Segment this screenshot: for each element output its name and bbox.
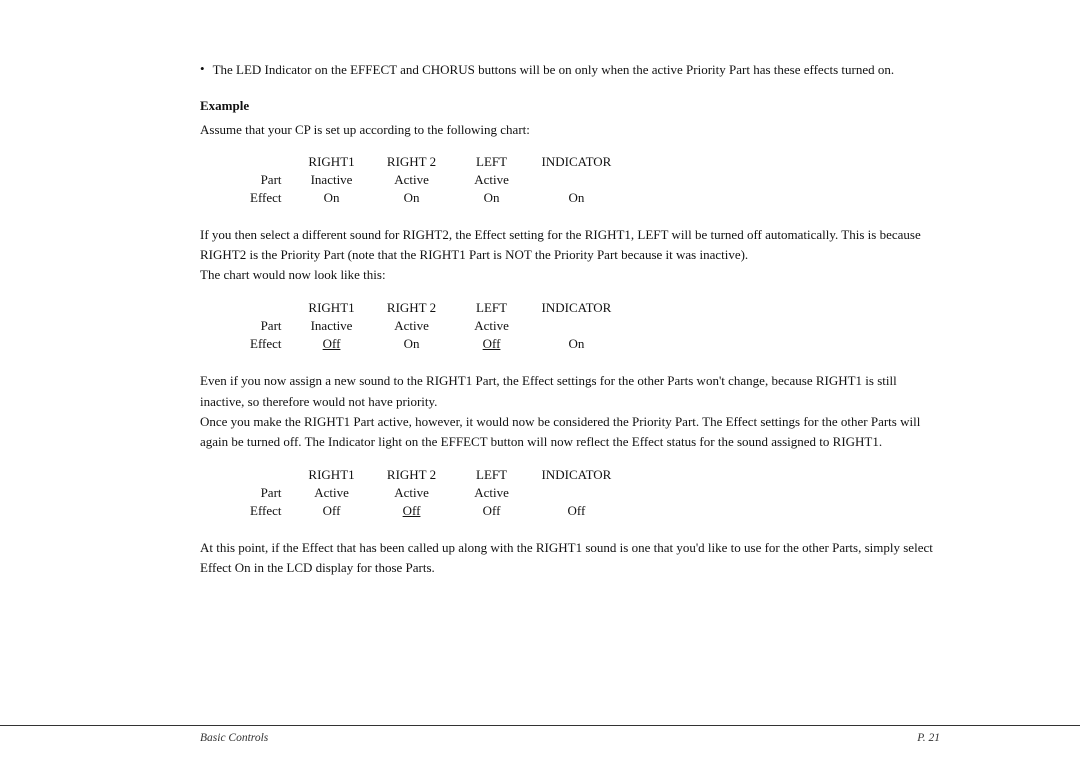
chart3: RIGHT1 RIGHT 2 LEFT INDICATOR Part Activ… [200,466,940,520]
chart3-col-left: LEFT [452,466,532,484]
chart2-col-indicator: INDICATOR [532,299,622,317]
chart3-col-indicator: INDICATOR [532,466,622,484]
chart2-row-part: Part Inactive Active Active [240,317,621,335]
chart3-row-part: Part Active Active Active [240,484,621,502]
chart1: RIGHT1 RIGHT 2 LEFT INDICATOR Part Inact… [200,153,940,207]
chart2-row-effect: Effect Off On Off On [240,335,621,353]
chart3-part-right2: Active [372,484,452,502]
assume-text: Assume that your CP is set up according … [200,120,940,140]
chart2-header-row: RIGHT1 RIGHT 2 LEFT INDICATOR [240,299,621,317]
chart2-part-right2: Active [372,317,452,335]
chart2-effect-left: Off [452,335,532,353]
chart2-part-indicator [532,317,622,335]
chart2-table: RIGHT1 RIGHT 2 LEFT INDICATOR Part Inact… [240,299,621,353]
para2: Even if you now assign a new sound to th… [200,371,940,452]
para1b-text: The chart would now look like this: [200,267,386,282]
chart1-col-indicator: INDICATOR [532,153,622,171]
chart1-part-indicator [532,171,622,189]
chart3-header-row: RIGHT1 RIGHT 2 LEFT INDICATOR [240,466,621,484]
chart3-effect-right1: Off [292,502,372,520]
chart2-effect-right2: On [372,335,452,353]
chart1-row-effect: Effect On On On On [240,189,621,207]
chart1-empty-header [240,153,292,171]
chart3-effect-label: Effect [240,502,292,520]
chart3-col-right2: RIGHT 2 [372,466,452,484]
footer-right: P. 21 [917,732,940,744]
bullet-dot: • [200,61,205,77]
chart3-part-label: Part [240,484,292,502]
chart3-part-indicator [532,484,622,502]
chart2-effect-label: Effect [240,335,292,353]
chart1-col-left: LEFT [452,153,532,171]
chart1-part-label: Part [240,171,292,189]
chart2-part-right1: Inactive [292,317,372,335]
chart1-effect-indicator: On [532,189,622,207]
page: • The LED Indicator on the EFFECT and CH… [0,0,1080,764]
para3-text: At this point, if the Effect that has be… [200,540,933,575]
chart1-col-right1: RIGHT1 [292,153,372,171]
para2a-text: Even if you now assign a new sound to th… [200,373,897,408]
chart3-part-right1: Active [292,484,372,502]
chart3-effect-left: Off [452,502,532,520]
chart2-effect-right1: Off [292,335,372,353]
chart1-effect-label: Effect [240,189,292,207]
chart3-row-effect: Effect Off Off Off Off [240,502,621,520]
chart1-effect-right1: On [292,189,372,207]
example-heading: Example [200,98,940,114]
chart2-part-label: Part [240,317,292,335]
para2b-text: Once you make the RIGHT1 Part active, ho… [200,414,920,449]
para1: If you then select a different sound for… [200,225,940,285]
chart1-part-right2: Active [372,171,452,189]
chart3-part-left: Active [452,484,532,502]
chart1-table: RIGHT1 RIGHT 2 LEFT INDICATOR Part Inact… [240,153,621,207]
chart1-effect-right2: On [372,189,452,207]
chart1-effect-left: On [452,189,532,207]
chart3-effect-indicator: Off [532,502,622,520]
chart1-part-left: Active [452,171,532,189]
footer-left: Basic Controls [200,732,268,744]
chart2-col-right2: RIGHT 2 [372,299,452,317]
chart3-col-right1: RIGHT1 [292,466,372,484]
bullet-item: • The LED Indicator on the EFFECT and CH… [200,60,940,80]
para1-text: If you then select a different sound for… [200,227,921,262]
chart2-effect-indicator: On [532,335,622,353]
chart2: RIGHT1 RIGHT 2 LEFT INDICATOR Part Inact… [200,299,940,353]
footer: Basic Controls P. 21 [0,725,1080,744]
chart1-col-right2: RIGHT 2 [372,153,452,171]
chart2-col-left: LEFT [452,299,532,317]
chart3-empty-header [240,466,292,484]
chart1-row-part: Part Inactive Active Active [240,171,621,189]
chart1-part-right1: Inactive [292,171,372,189]
chart3-effect-right2: Off [372,502,452,520]
chart2-col-right1: RIGHT1 [292,299,372,317]
chart2-part-left: Active [452,317,532,335]
chart3-table: RIGHT1 RIGHT 2 LEFT INDICATOR Part Activ… [240,466,621,520]
bullet-section: • The LED Indicator on the EFFECT and CH… [200,60,940,80]
bullet-text: The LED Indicator on the EFFECT and CHOR… [213,60,940,80]
chart1-header-row: RIGHT1 RIGHT 2 LEFT INDICATOR [240,153,621,171]
chart2-empty-header [240,299,292,317]
para3: At this point, if the Effect that has be… [200,538,940,578]
